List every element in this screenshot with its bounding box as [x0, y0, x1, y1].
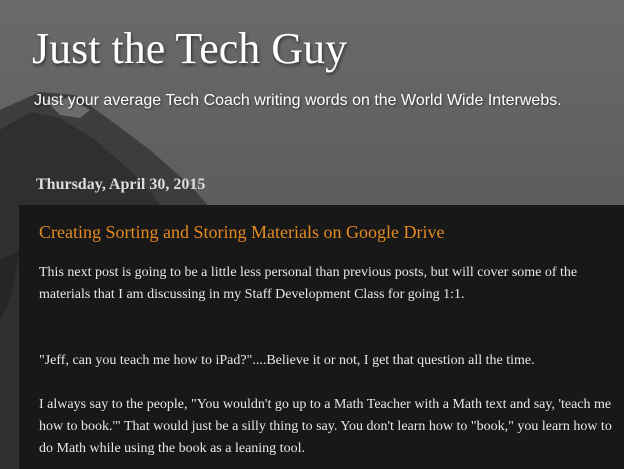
blog-description: Just your average Tech Coach writing wor…: [34, 92, 562, 109]
post-paragraph: This next post is going to be a little l…: [39, 265, 578, 302]
post-paragraph: "Jeff, can you teach me how to iPad?"...…: [39, 353, 535, 368]
blog-title[interactable]: Just the Tech Guy: [32, 24, 347, 74]
post-body: This next post is going to be a little l…: [39, 262, 614, 460]
post-title-link[interactable]: Creating Sorting and Storing Materials o…: [39, 220, 444, 244]
post-paragraph: I always say to the people, "You wouldn'…: [39, 397, 612, 456]
post-panel: Creating Sorting and Storing Materials o…: [19, 205, 624, 469]
post-date-header: Thursday, April 30, 2015: [36, 176, 206, 193]
